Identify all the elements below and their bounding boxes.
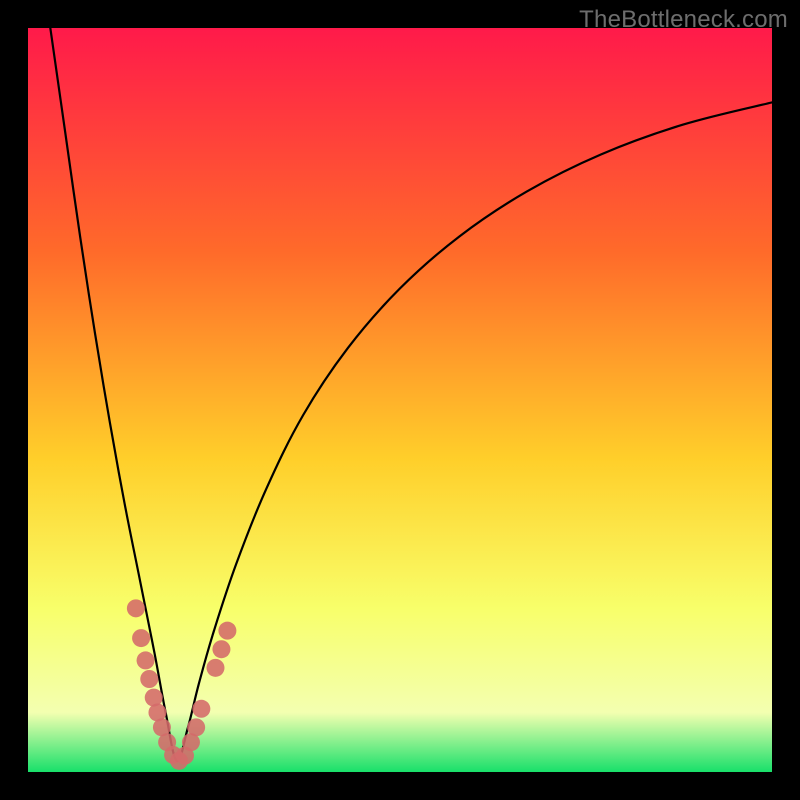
curve-marker: [192, 700, 210, 718]
curve-marker: [127, 599, 145, 617]
curve-marker: [137, 651, 155, 669]
curve-marker: [212, 640, 230, 658]
bottleneck-curve: [50, 28, 772, 761]
curve-marker: [140, 670, 158, 688]
curve-marker: [206, 659, 224, 677]
watermark-label: TheBottleneck.com: [579, 6, 788, 34]
curve-marker: [132, 629, 150, 647]
plot-area: [28, 28, 772, 772]
chart-curve-layer: [28, 28, 772, 772]
curve-marker: [187, 718, 205, 736]
chart-frame: TheBottleneck.com: [0, 0, 800, 800]
curve-markers: [127, 599, 237, 770]
curve-marker: [218, 622, 236, 640]
